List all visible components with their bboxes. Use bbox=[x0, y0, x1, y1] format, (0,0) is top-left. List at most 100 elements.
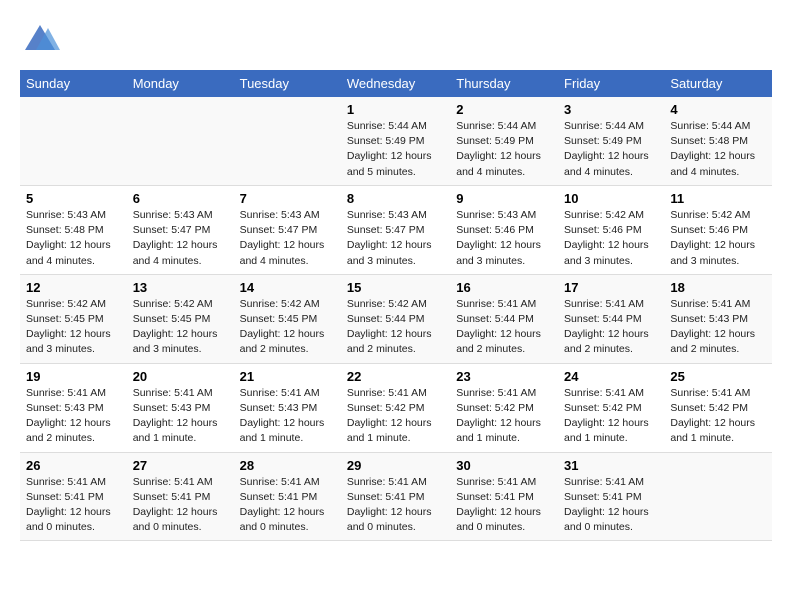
calendar-cell bbox=[664, 452, 772, 541]
calendar-cell bbox=[127, 97, 234, 185]
day-number: 31 bbox=[564, 458, 658, 473]
day-number: 24 bbox=[564, 369, 658, 384]
calendar-header-row: SundayMondayTuesdayWednesdayThursdayFrid… bbox=[20, 70, 772, 97]
logo-icon bbox=[20, 20, 60, 60]
day-info: Sunrise: 5:41 AM Sunset: 5:42 PM Dayligh… bbox=[347, 386, 444, 447]
day-info: Sunrise: 5:42 AM Sunset: 5:46 PM Dayligh… bbox=[670, 208, 766, 269]
week-row-2: 5 Sunrise: 5:43 AM Sunset: 5:48 PM Daylig… bbox=[20, 185, 772, 274]
day-info: Sunrise: 5:43 AM Sunset: 5:47 PM Dayligh… bbox=[133, 208, 228, 269]
day-info: Sunrise: 5:41 AM Sunset: 5:41 PM Dayligh… bbox=[456, 475, 552, 536]
day-info: Sunrise: 5:41 AM Sunset: 5:43 PM Dayligh… bbox=[670, 297, 766, 358]
calendar-cell: 23 Sunrise: 5:41 AM Sunset: 5:42 PM Dayli… bbox=[450, 363, 558, 452]
day-info: Sunrise: 5:41 AM Sunset: 5:42 PM Dayligh… bbox=[456, 386, 552, 447]
day-info: Sunrise: 5:42 AM Sunset: 5:46 PM Dayligh… bbox=[564, 208, 658, 269]
day-number: 21 bbox=[240, 369, 335, 384]
calendar-cell: 6 Sunrise: 5:43 AM Sunset: 5:47 PM Daylig… bbox=[127, 185, 234, 274]
day-number: 22 bbox=[347, 369, 444, 384]
header-sunday: Sunday bbox=[20, 70, 127, 97]
day-info: Sunrise: 5:43 AM Sunset: 5:46 PM Dayligh… bbox=[456, 208, 552, 269]
day-number: 9 bbox=[456, 191, 552, 206]
day-number: 26 bbox=[26, 458, 121, 473]
calendar-cell: 28 Sunrise: 5:41 AM Sunset: 5:41 PM Dayli… bbox=[234, 452, 341, 541]
calendar-cell: 2 Sunrise: 5:44 AM Sunset: 5:49 PM Daylig… bbox=[450, 97, 558, 185]
calendar-cell: 8 Sunrise: 5:43 AM Sunset: 5:47 PM Daylig… bbox=[341, 185, 450, 274]
day-number: 4 bbox=[670, 102, 766, 117]
calendar-cell: 29 Sunrise: 5:41 AM Sunset: 5:41 PM Dayli… bbox=[341, 452, 450, 541]
day-number: 13 bbox=[133, 280, 228, 295]
header-wednesday: Wednesday bbox=[341, 70, 450, 97]
day-number: 30 bbox=[456, 458, 552, 473]
calendar-cell: 7 Sunrise: 5:43 AM Sunset: 5:47 PM Daylig… bbox=[234, 185, 341, 274]
calendar-cell bbox=[20, 97, 127, 185]
calendar-cell: 4 Sunrise: 5:44 AM Sunset: 5:48 PM Daylig… bbox=[664, 97, 772, 185]
calendar-cell: 21 Sunrise: 5:41 AM Sunset: 5:43 PM Dayli… bbox=[234, 363, 341, 452]
week-row-5: 26 Sunrise: 5:41 AM Sunset: 5:41 PM Dayli… bbox=[20, 452, 772, 541]
day-info: Sunrise: 5:41 AM Sunset: 5:41 PM Dayligh… bbox=[133, 475, 228, 536]
calendar-cell: 26 Sunrise: 5:41 AM Sunset: 5:41 PM Dayli… bbox=[20, 452, 127, 541]
calendar-cell bbox=[234, 97, 341, 185]
day-number: 6 bbox=[133, 191, 228, 206]
day-number: 29 bbox=[347, 458, 444, 473]
calendar-table: SundayMondayTuesdayWednesdayThursdayFrid… bbox=[20, 70, 772, 541]
header-friday: Friday bbox=[558, 70, 664, 97]
calendar-cell: 10 Sunrise: 5:42 AM Sunset: 5:46 PM Dayli… bbox=[558, 185, 664, 274]
calendar-cell: 30 Sunrise: 5:41 AM Sunset: 5:41 PM Dayli… bbox=[450, 452, 558, 541]
day-info: Sunrise: 5:42 AM Sunset: 5:44 PM Dayligh… bbox=[347, 297, 444, 358]
day-info: Sunrise: 5:44 AM Sunset: 5:49 PM Dayligh… bbox=[456, 119, 552, 180]
day-info: Sunrise: 5:41 AM Sunset: 5:44 PM Dayligh… bbox=[456, 297, 552, 358]
day-info: Sunrise: 5:42 AM Sunset: 5:45 PM Dayligh… bbox=[240, 297, 335, 358]
day-number: 2 bbox=[456, 102, 552, 117]
day-info: Sunrise: 5:41 AM Sunset: 5:44 PM Dayligh… bbox=[564, 297, 658, 358]
day-number: 28 bbox=[240, 458, 335, 473]
logo bbox=[20, 20, 64, 60]
day-info: Sunrise: 5:42 AM Sunset: 5:45 PM Dayligh… bbox=[133, 297, 228, 358]
day-info: Sunrise: 5:41 AM Sunset: 5:43 PM Dayligh… bbox=[240, 386, 335, 447]
calendar-cell: 14 Sunrise: 5:42 AM Sunset: 5:45 PM Dayli… bbox=[234, 274, 341, 363]
calendar-cell: 17 Sunrise: 5:41 AM Sunset: 5:44 PM Dayli… bbox=[558, 274, 664, 363]
day-info: Sunrise: 5:41 AM Sunset: 5:41 PM Dayligh… bbox=[347, 475, 444, 536]
calendar-cell: 12 Sunrise: 5:42 AM Sunset: 5:45 PM Dayli… bbox=[20, 274, 127, 363]
calendar-cell: 1 Sunrise: 5:44 AM Sunset: 5:49 PM Daylig… bbox=[341, 97, 450, 185]
calendar-cell: 25 Sunrise: 5:41 AM Sunset: 5:42 PM Dayli… bbox=[664, 363, 772, 452]
day-info: Sunrise: 5:41 AM Sunset: 5:42 PM Dayligh… bbox=[670, 386, 766, 447]
day-info: Sunrise: 5:44 AM Sunset: 5:48 PM Dayligh… bbox=[670, 119, 766, 180]
day-number: 17 bbox=[564, 280, 658, 295]
day-number: 16 bbox=[456, 280, 552, 295]
day-info: Sunrise: 5:44 AM Sunset: 5:49 PM Dayligh… bbox=[564, 119, 658, 180]
day-info: Sunrise: 5:43 AM Sunset: 5:47 PM Dayligh… bbox=[347, 208, 444, 269]
header-monday: Monday bbox=[127, 70, 234, 97]
day-number: 20 bbox=[133, 369, 228, 384]
day-number: 25 bbox=[670, 369, 766, 384]
day-number: 14 bbox=[240, 280, 335, 295]
page-header bbox=[20, 20, 772, 60]
calendar-cell: 19Sunrise: 5:41 AM Sunset: 5:43 PM Dayli… bbox=[20, 363, 127, 452]
day-info: Sunrise: 5:41 AM Sunset: 5:41 PM Dayligh… bbox=[240, 475, 335, 536]
day-number: 19 bbox=[26, 369, 121, 384]
header-tuesday: Tuesday bbox=[234, 70, 341, 97]
week-row-4: 19 Sunrise: 5:41 AM Sunset: 5:43 PM Dayli… bbox=[20, 363, 772, 452]
day-number: 5 bbox=[26, 191, 121, 206]
calendar-cell: 24Sunrise: 5:41 AM Sunset: 5:42 PM Dayli… bbox=[558, 363, 664, 452]
day-number: 12 bbox=[26, 280, 121, 295]
calendar-cell: 3 Sunrise: 5:44 AM Sunset: 5:49 PM Daylig… bbox=[558, 97, 664, 185]
day-number: 10 bbox=[564, 191, 658, 206]
day-number: 1 bbox=[347, 102, 444, 117]
calendar-cell: 16 Sunrise: 5:41 AM Sunset: 5:44 PM Dayli… bbox=[450, 274, 558, 363]
day-number: 23 bbox=[456, 369, 552, 384]
day-number: 18 bbox=[670, 280, 766, 295]
calendar-cell: 27 Sunrise: 5:41 AM Sunset: 5:41 PM Dayli… bbox=[127, 452, 234, 541]
calendar-cell: 13 Sunrise: 5:42 AM Sunset: 5:45 PM Dayli… bbox=[127, 274, 234, 363]
week-row-3: 12 Sunrise: 5:42 AM Sunset: 5:45 PM Dayli… bbox=[20, 274, 772, 363]
day-info: Sunrise: 5:41 AM Sunset: 5:41 PM Dayligh… bbox=[26, 475, 121, 536]
day-number: 27 bbox=[133, 458, 228, 473]
day-info: Sunrise: 5:43 AM Sunset: 5:47 PM Dayligh… bbox=[240, 208, 335, 269]
day-number: 15 bbox=[347, 280, 444, 295]
day-info: Sunrise: 5:44 AM Sunset: 5:49 PM Dayligh… bbox=[347, 119, 444, 180]
calendar-cell: 22 Sunrise: 5:41 AM Sunset: 5:42 PM Dayli… bbox=[341, 363, 450, 452]
day-info: Sunrise: 5:42 AM Sunset: 5:45 PM Dayligh… bbox=[26, 297, 121, 358]
day-info: Sunrise: 5:41 AM Sunset: 5:41 PM Dayligh… bbox=[564, 475, 658, 536]
day-number: 8 bbox=[347, 191, 444, 206]
day-number: 7 bbox=[240, 191, 335, 206]
day-number: 3 bbox=[564, 102, 658, 117]
day-info: Sunrise: 5:43 AM Sunset: 5:48 PM Dayligh… bbox=[26, 208, 121, 269]
